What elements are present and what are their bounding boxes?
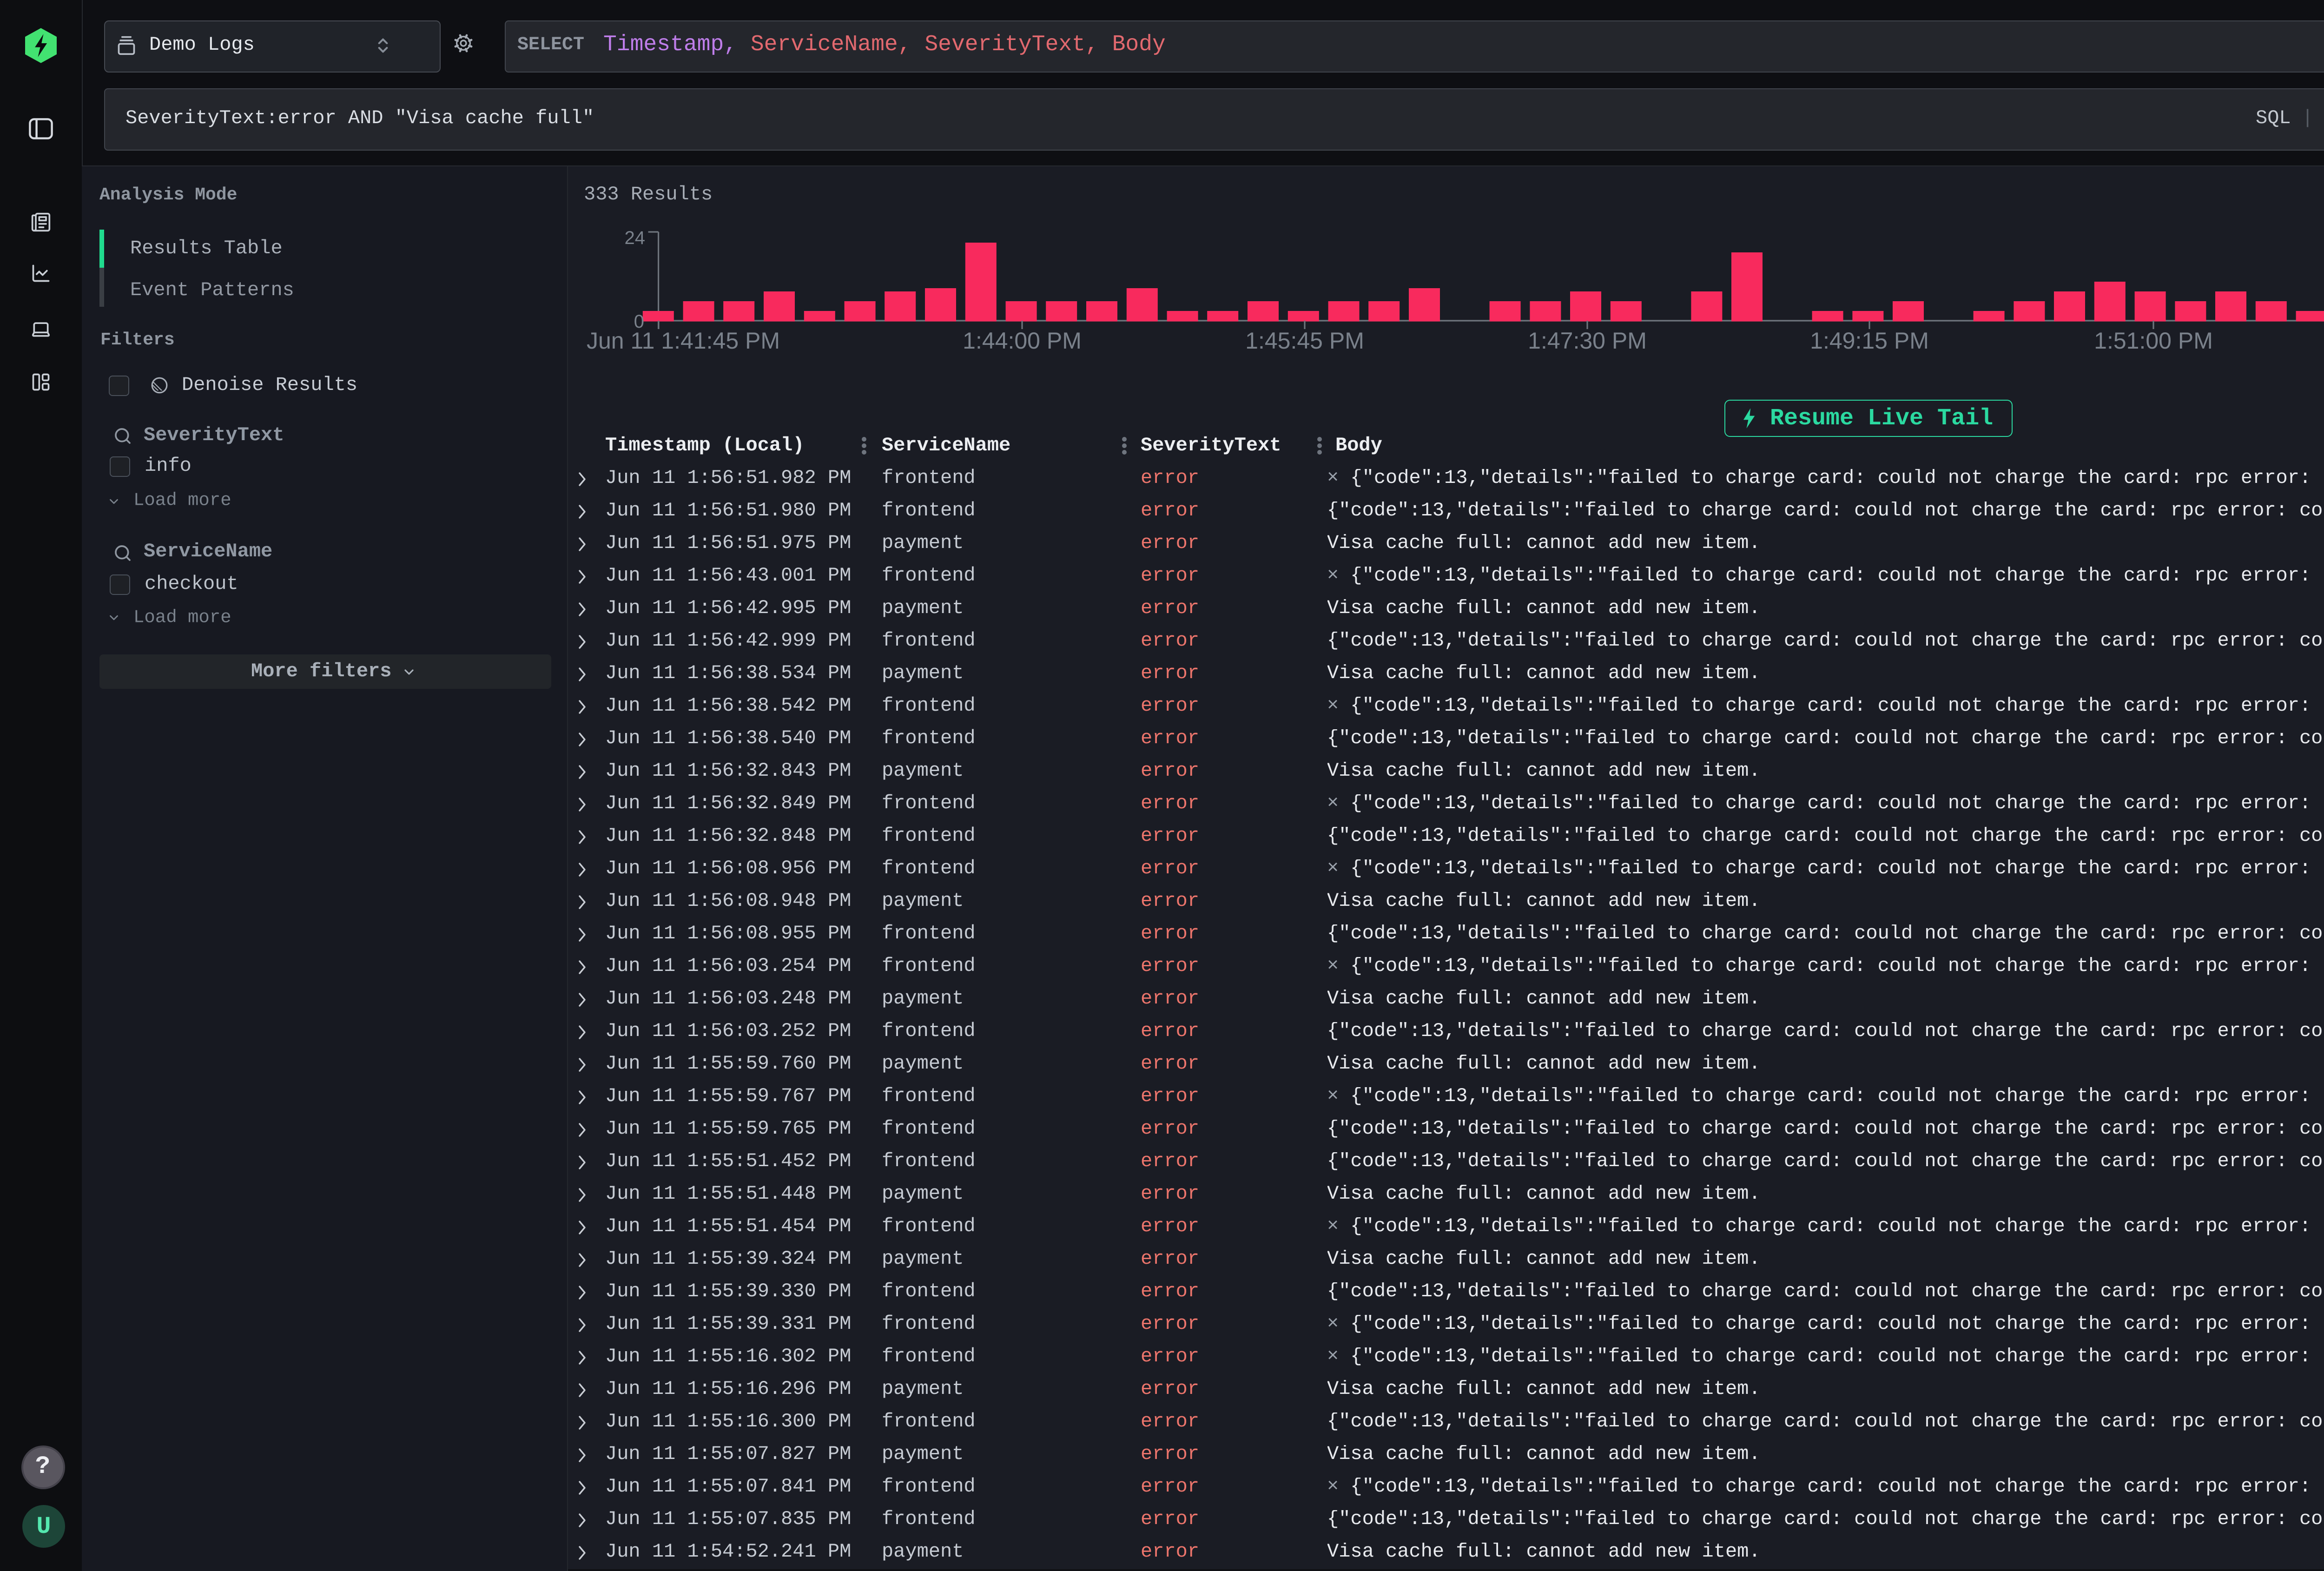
svg-text:24: 24: [625, 228, 646, 248]
svg-text:1:49:15 PM: 1:49:15 PM: [1810, 328, 1929, 354]
svg-text:1:47:30 PM: 1:47:30 PM: [1528, 328, 1647, 354]
svg-text:1:45:45 PM: 1:45:45 PM: [1245, 328, 1364, 354]
svg-text:1:51:00 PM: 1:51:00 PM: [2094, 328, 2213, 354]
svg-text:0: 0: [634, 311, 644, 332]
svg-text:Jun 11 1:41:45 PM: Jun 11 1:41:45 PM: [587, 328, 780, 354]
svg-text:1:44:00 PM: 1:44:00 PM: [963, 328, 1082, 354]
